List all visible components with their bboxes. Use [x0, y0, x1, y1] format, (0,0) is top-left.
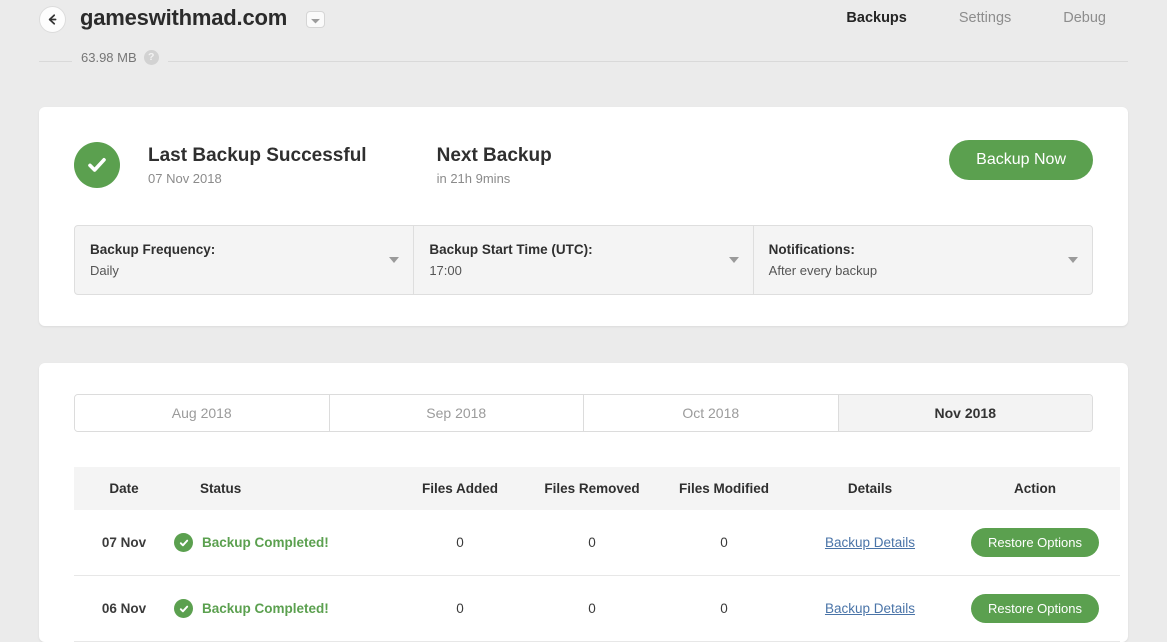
check-circle-icon [174, 533, 193, 552]
cell-action: Restore Options [950, 575, 1120, 642]
column-header-status: Status [174, 467, 394, 510]
status-badge: Backup Completed! [174, 533, 394, 552]
table-header-row: Date Status Files Added Files Removed Fi… [74, 467, 1120, 510]
check-circle-icon [74, 142, 120, 188]
cell-details: Backup Details [790, 575, 950, 642]
storage-size-row: 63.98 MB ? [0, 44, 1167, 78]
backup-start-time-select[interactable]: Backup Start Time (UTC): 17:00 [414, 226, 754, 294]
question-mark-icon[interactable]: ? [143, 50, 159, 65]
chevron-down-icon [728, 257, 739, 263]
top-bar: gameswithmad.com Backups Settings Debug [0, 0, 1167, 44]
column-header-date: Date [74, 467, 174, 510]
table-header: Date Status Files Added Files Removed Fi… [74, 467, 1120, 510]
table-row: 06 Nov Backup Completed! 0 0 0 Backup De… [74, 575, 1120, 642]
cell-files-added: 0 [394, 510, 526, 576]
column-header-action: Action [950, 467, 1120, 510]
tab-oct-2018[interactable]: Oct 2018 [584, 395, 839, 431]
storage-size-label: 63.98 MB [81, 50, 137, 65]
check-circle-icon [174, 599, 193, 618]
backup-frequency-label: Backup Frequency: [90, 242, 216, 257]
tab-aug-2018[interactable]: Aug 2018 [75, 395, 330, 431]
notifications-label: Notifications: [768, 242, 855, 257]
tab-sep-2018[interactable]: Sep 2018 [329, 395, 584, 431]
next-backup-eta: in 21h 9mins [436, 171, 511, 187]
back-button[interactable] [39, 6, 66, 33]
chevron-down-icon [389, 257, 400, 263]
status-label: Backup Completed! [202, 535, 329, 550]
cell-files-removed: 0 [526, 510, 658, 576]
column-header-files-removed: Files Removed [526, 467, 658, 510]
next-backup-block: Next Backup in 21h 9mins [437, 144, 552, 187]
divider-line [39, 61, 1128, 62]
backup-start-time-value: 17:00 [429, 263, 462, 278]
cell-status: Backup Completed! [174, 575, 394, 642]
backup-history-card: Aug 2018 Sep 2018 Oct 2018 Nov 2018 Date… [39, 363, 1128, 642]
site-selector-button[interactable] [306, 11, 325, 28]
restore-options-button[interactable]: Restore Options [971, 528, 1099, 557]
backup-start-time-label: Backup Start Time (UTC): [429, 242, 593, 257]
backup-settings-group: Backup Frequency: Daily Backup Start Tim… [74, 225, 1093, 295]
status-label: Backup Completed! [202, 601, 329, 616]
chevron-down-icon [311, 11, 320, 29]
cell-date: 07 Nov [74, 510, 174, 576]
last-backup-block: Last Backup Successful 07 Nov 2018 [148, 144, 367, 187]
next-backup-title: Next Backup [436, 144, 552, 166]
backup-details-link[interactable]: Backup Details [825, 535, 915, 550]
nav-item-backups[interactable]: Backups [846, 10, 906, 26]
backup-frequency-value: Daily [90, 263, 119, 278]
page-title: gameswithmad.com [80, 5, 288, 30]
column-header-files-added: Files Added [394, 467, 526, 510]
last-backup-date: 07 Nov 2018 [148, 171, 222, 187]
main-navigation: Backups Settings Debug [846, 10, 1167, 26]
nav-item-debug[interactable]: Debug [1063, 10, 1106, 26]
table-row: 07 Nov Backup Completed! 0 0 0 Backup De… [74, 510, 1120, 576]
column-header-files-modified: Files Modified [658, 467, 790, 510]
nav-item-settings[interactable]: Settings [959, 10, 1011, 26]
arrow-left-icon [46, 13, 59, 26]
month-tabs: Aug 2018 Sep 2018 Oct 2018 Nov 2018 [74, 394, 1093, 432]
table-body: 07 Nov Backup Completed! 0 0 0 Backup De… [74, 510, 1120, 642]
cell-status: Backup Completed! [174, 510, 394, 576]
cell-files-removed: 0 [526, 575, 658, 642]
notifications-value: After every backup [768, 263, 878, 278]
backup-status-card: Last Backup Successful 07 Nov 2018 Next … [39, 107, 1128, 326]
column-header-details: Details [790, 467, 950, 510]
backup-now-button[interactable]: Backup Now [949, 140, 1093, 180]
backup-details-link[interactable]: Backup Details [825, 601, 915, 616]
backup-status-row: Last Backup Successful 07 Nov 2018 Next … [74, 134, 1093, 196]
chevron-down-icon [1067, 257, 1078, 263]
cell-files-modified: 0 [658, 575, 790, 642]
status-badge: Backup Completed! [174, 599, 394, 618]
notifications-select[interactable]: Notifications: After every backup [754, 226, 1092, 294]
restore-options-button[interactable]: Restore Options [971, 594, 1099, 623]
cell-files-added: 0 [394, 575, 526, 642]
cell-files-modified: 0 [658, 510, 790, 576]
cell-action: Restore Options [950, 510, 1120, 576]
tab-nov-2018[interactable]: Nov 2018 [838, 395, 1092, 431]
cell-date: 06 Nov [74, 575, 174, 642]
cell-details: Backup Details [790, 510, 950, 576]
backup-history-table: Date Status Files Added Files Removed Fi… [74, 467, 1120, 642]
storage-size-group: 63.98 MB ? [72, 50, 168, 65]
last-backup-title: Last Backup Successful [148, 144, 367, 166]
backup-frequency-select[interactable]: Backup Frequency: Daily [75, 226, 415, 294]
